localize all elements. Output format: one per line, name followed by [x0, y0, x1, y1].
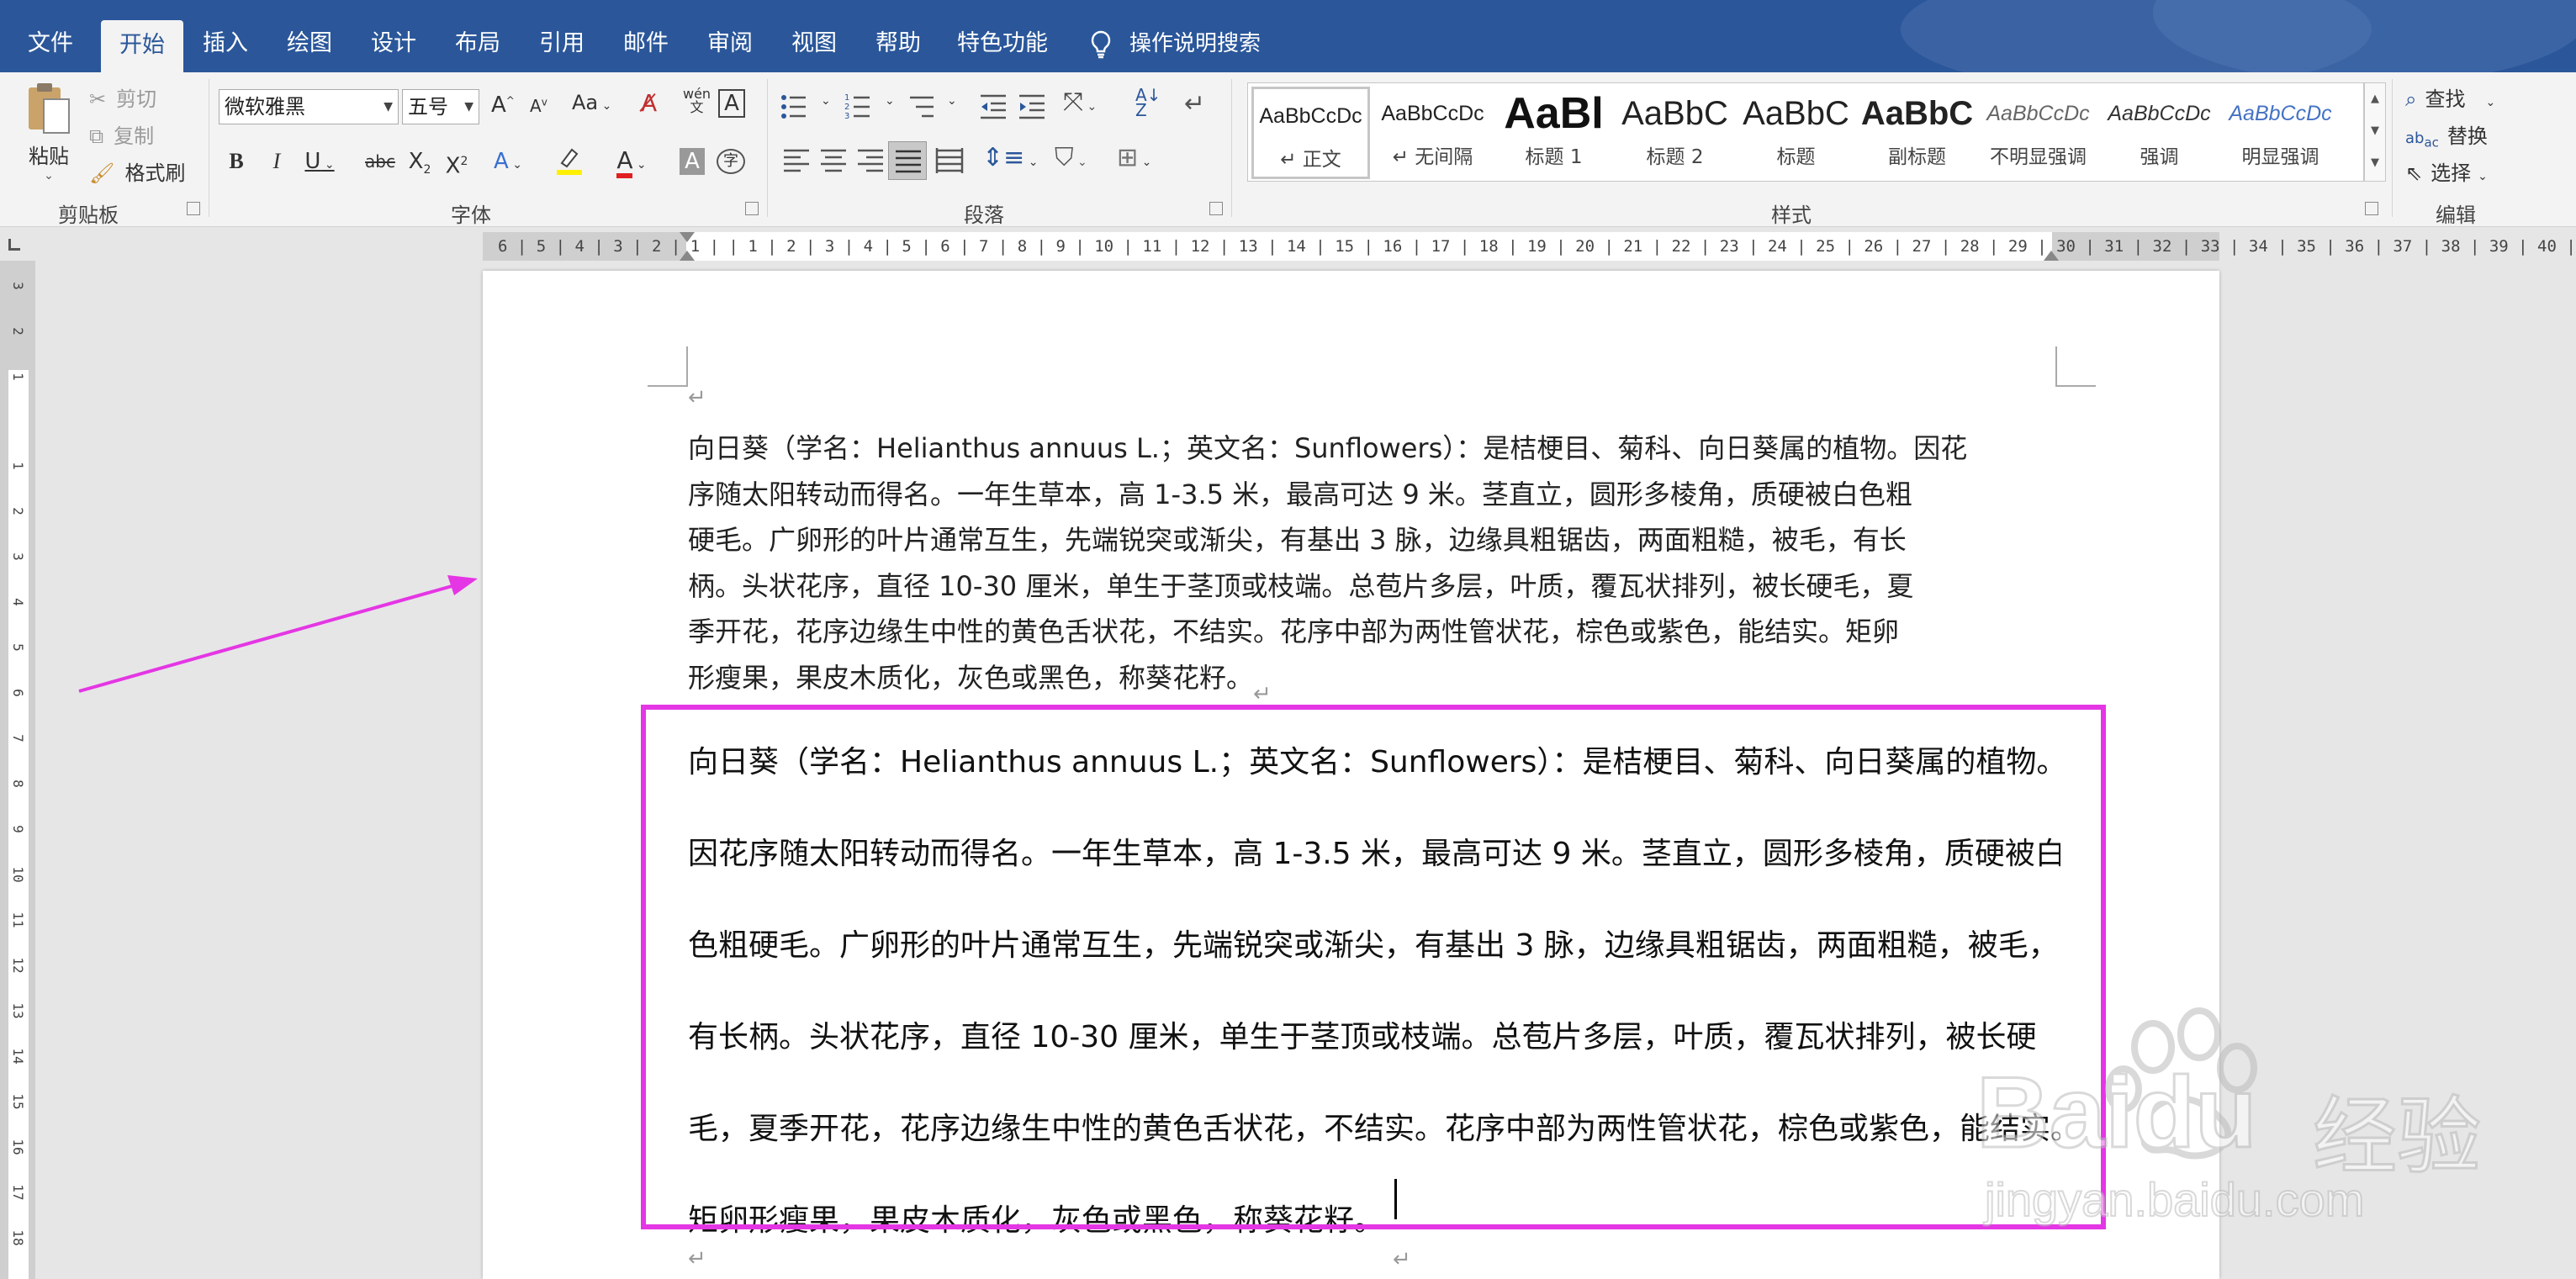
baidu-watermark: Baidu 经验 jingyan.baidu.com	[1975, 1001, 2531, 1236]
watermark-brand: Baidu	[1975, 1055, 2257, 1171]
watermark-url: jingyan.baidu.com	[1984, 1172, 2365, 1227]
word-window: 文件 开始 插入 绘图 设计 布局 引用 邮件 审阅 视图 帮助 特色功能 操作…	[0, 0, 2576, 1279]
